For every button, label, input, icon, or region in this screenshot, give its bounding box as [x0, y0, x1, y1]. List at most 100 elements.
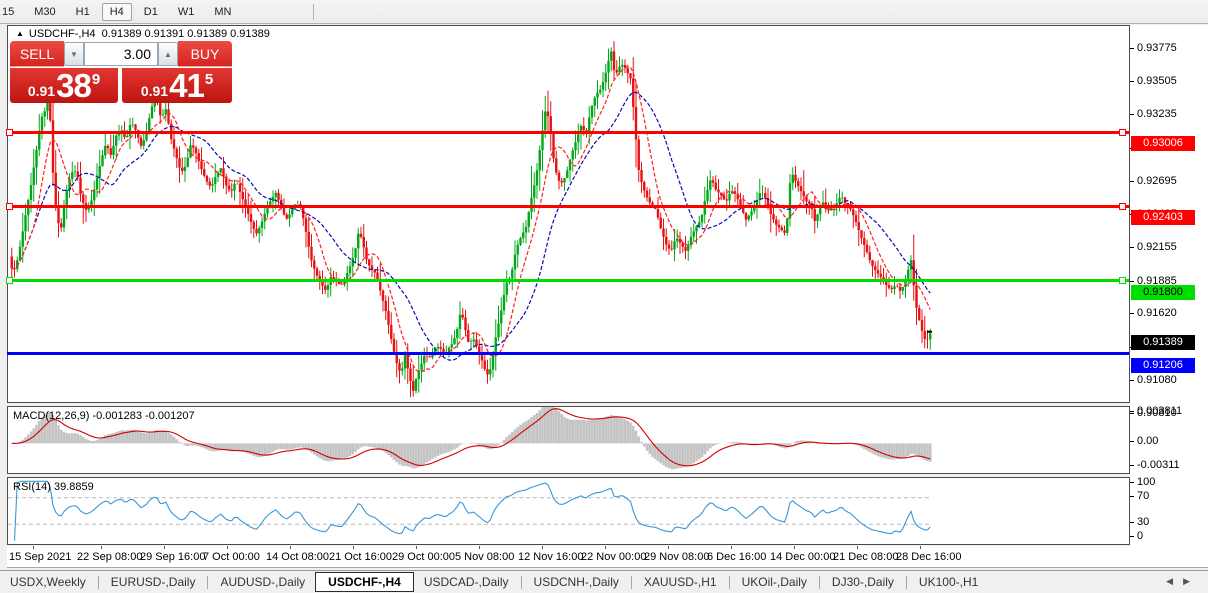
- macd-indicator-panel[interactable]: MACD(12,26,9) -0.001283 -0.001207: [7, 406, 1130, 474]
- time-tick: 28 Dec 16:00: [896, 551, 962, 563]
- tab-ukoil-daily[interactable]: UKOil-,Daily: [732, 572, 817, 592]
- tab-xauusd-h1[interactable]: XAUUSD-,H1: [634, 572, 727, 592]
- timeframe-d1[interactable]: D1: [136, 3, 166, 21]
- collapse-arrow-icon[interactable]: ▲: [16, 29, 24, 38]
- horizontal-line-0.91206[interactable]: [7, 352, 1129, 356]
- time-tick: 21 Oct 16:00: [329, 551, 392, 563]
- chevron-down-icon: ▼: [70, 49, 78, 59]
- time-tick-mark: [920, 546, 921, 549]
- timeframe-mn[interactable]: MN: [206, 3, 239, 21]
- tab-usdcnh-daily[interactable]: USDCNH-,Daily: [524, 572, 629, 592]
- rsi-tick: 30: [1129, 516, 1150, 529]
- time-tick: 7 Oct 00:00: [203, 551, 260, 563]
- timeframe-m30[interactable]: M30: [26, 3, 63, 21]
- price-badge-0.91800: 0.91800: [1131, 284, 1195, 300]
- timeframe-toolbar: 15 M30 H1 H4 D1 W1 MN: [0, 0, 1208, 24]
- timeframe-h1[interactable]: H1: [68, 3, 98, 21]
- time-tick-mark: [164, 546, 165, 549]
- one-click-trading-panel: SELL ▼ 3.00 ▲ BUY 0.91 38 9 0.91 41 5: [10, 41, 232, 103]
- time-tick-mark: [227, 546, 228, 549]
- line-anchor[interactable]: [6, 202, 13, 210]
- time-tick-mark: [479, 546, 480, 549]
- price-tick: 0.93775: [1130, 42, 1177, 54]
- buy-price-prefix: 0.91: [140, 83, 169, 99]
- timeframe-h4[interactable]: H4: [101, 2, 132, 21]
- tab-scroll-right-icon[interactable]: ▶: [1183, 576, 1200, 586]
- time-tick: 22 Nov 00:00: [581, 551, 647, 563]
- price-tick: 0.93505: [1130, 75, 1177, 88]
- tab-audusd-daily[interactable]: AUDUSD-,Daily: [210, 572, 315, 592]
- time-tick-mark: [101, 546, 102, 549]
- chart-symbol: USDCHF-,H4: [28, 28, 96, 40]
- tab-scroll-arrows: ◀▶: [1166, 576, 1200, 587]
- price-tick: 0.93235: [1130, 108, 1177, 121]
- line-anchor[interactable]: [6, 277, 13, 285]
- time-tick: 12 Nov 16:00: [518, 551, 584, 563]
- line-anchor[interactable]: [1119, 277, 1126, 285]
- time-tick-mark: [794, 546, 795, 549]
- rsi-indicator-panel[interactable]: RSI(14) 39.8859: [7, 477, 1130, 545]
- toolbar-separator: [313, 3, 315, 20]
- timeframe-w1[interactable]: W1: [170, 3, 203, 21]
- volume-input[interactable]: 3.00: [84, 42, 158, 66]
- chevron-up-icon: ▲: [164, 49, 172, 59]
- macd-label: MACD(12,26,9) -0.001283 -0.001207: [13, 410, 195, 422]
- volume-increase-button[interactable]: ▲: [158, 42, 178, 66]
- price-tick: 0.92155: [1130, 241, 1177, 254]
- tab-dj30-daily[interactable]: DJ30-,Daily: [822, 572, 904, 592]
- mt4-terminal: 15 M30 H1 H4 D1 W1 MN MACD(12,26,9) -0.001283 …: [0, 0, 1208, 593]
- rsi-plot[interactable]: [8, 478, 1129, 544]
- buy-price-button[interactable]: 0.91 41 5: [122, 68, 232, 103]
- time-tick: 5 Nov 08:00: [455, 551, 515, 563]
- tab-eurusd-daily[interactable]: EURUSD-,Daily: [101, 572, 206, 592]
- price-badge-0.93006: 0.93006: [1131, 136, 1195, 152]
- time-tick-mark: [290, 546, 291, 549]
- time-tick-mark: [353, 546, 354, 549]
- time-tick-mark: [33, 546, 34, 549]
- tab-separator: [630, 575, 632, 589]
- time-tick-mark: [542, 546, 543, 549]
- tab-usdcad-daily[interactable]: USDCAD-,Daily: [414, 572, 519, 592]
- sell-price-button[interactable]: 0.91 38 9: [10, 68, 118, 103]
- sell-price-prefix: 0.91: [27, 83, 56, 99]
- line-anchor[interactable]: [6, 128, 13, 136]
- tab-uk100-h1[interactable]: UK100-,H1: [909, 572, 988, 592]
- tab-usdx-weekly[interactable]: USDX,Weekly: [0, 572, 96, 592]
- horizontal-line-0.918[interactable]: [6, 277, 1129, 285]
- time-tick: 29 Oct 00:00: [392, 551, 455, 563]
- time-tick: 29 Sep 16:00: [140, 551, 206, 563]
- time-tick-mark: [857, 546, 858, 549]
- time-tick: 21 Dec 08:00: [833, 551, 899, 563]
- time-tick-mark: [668, 546, 669, 549]
- price-tick: 0.92695: [1130, 174, 1177, 187]
- time-tick: 14 Oct 08:00: [266, 551, 329, 563]
- price-tick: 0.91080: [1130, 373, 1177, 386]
- buy-button[interactable]: BUY: [178, 41, 232, 67]
- tab-separator: [728, 575, 730, 589]
- price-axis[interactable]: 0.937750.935050.932350.929650.926950.924…: [1129, 25, 1208, 568]
- buy-price-big: 41: [169, 67, 205, 104]
- buy-price-sup: 5: [204, 71, 214, 88]
- chart-tab-bar: USDX,Weekly EURUSD-,Daily AUDUSD-,Daily USD…: [0, 570, 1208, 593]
- rsi-tick: 100: [1129, 476, 1156, 488]
- tab-separator: [207, 575, 209, 589]
- price-tick: 0.91620: [1130, 307, 1177, 320]
- tab-scroll-left-icon[interactable]: ◀: [1166, 576, 1183, 586]
- tab-usdchf-h4[interactable]: USDCHF-,H4: [315, 571, 414, 592]
- price-badge-0.92403: 0.92403: [1131, 210, 1195, 226]
- time-axis[interactable]: 15 Sep 2021 22 Sep 08:00 29 Sep 16:00 7 Oct…: [7, 546, 1208, 568]
- tab-separator: [818, 575, 820, 589]
- time-tick: 22 Sep 08:00: [77, 551, 143, 563]
- timeframe-15[interactable]: 15: [0, 3, 22, 21]
- time-tick-mark: [605, 546, 606, 549]
- tab-separator: [905, 575, 907, 589]
- line-anchor[interactable]: [1119, 202, 1126, 210]
- volume-decrease-button[interactable]: ▼: [64, 42, 84, 66]
- horizontal-line-0.92403[interactable]: [6, 202, 1129, 210]
- line-anchor[interactable]: [1119, 128, 1126, 136]
- sell-price-big: 38: [56, 67, 92, 104]
- price-badge-0.91206: 0.91206: [1131, 357, 1195, 373]
- horizontal-line-0.93006[interactable]: [6, 128, 1129, 136]
- macd-tick: 0.003811: [1129, 405, 1183, 417]
- sell-button[interactable]: SELL: [10, 41, 64, 67]
